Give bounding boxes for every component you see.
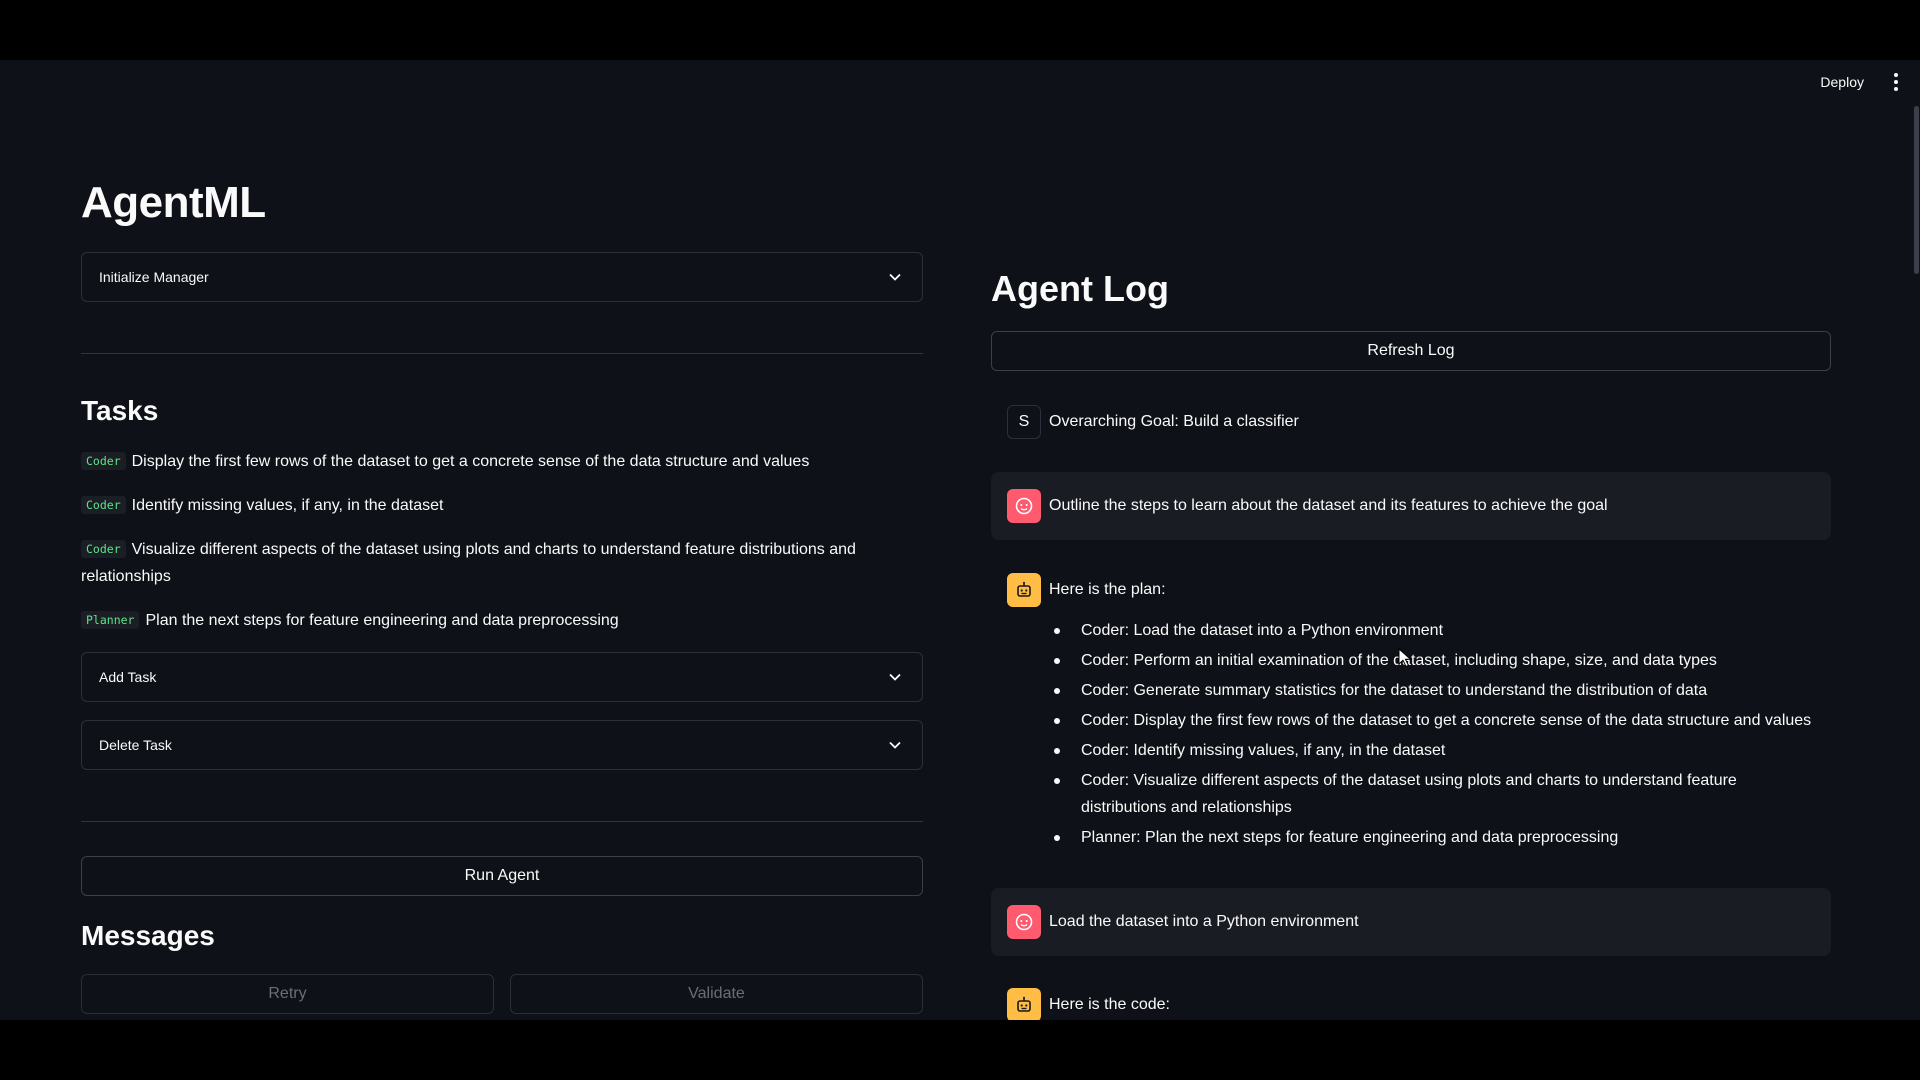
task-item: Coder Visualize different aspects of the … <box>81 536 923 590</box>
scrollbar-thumb[interactable] <box>1914 106 1919 274</box>
letterbox-bottom <box>0 1020 1920 1080</box>
task-item: Coder Identify missing values, if any, in… <box>81 492 923 519</box>
chat-message-bot: Here is the plan: <box>991 573 1831 607</box>
list-item: Coder: Generate summary statistics for t… <box>1050 677 1820 704</box>
initialize-manager-expander[interactable]: Initialize Manager <box>81 252 923 302</box>
human-avatar-icon <box>1007 489 1041 523</box>
list-item: Planner: Plan the next steps for feature… <box>1050 824 1820 851</box>
divider <box>81 353 923 354</box>
message-text: Overarching Goal: Build a classifier <box>1049 413 1299 430</box>
mouse-cursor-icon <box>1398 648 1412 668</box>
tasks-heading: Tasks <box>81 395 159 426</box>
task-tag: Planner <box>81 611 140 629</box>
task-tag: Coder <box>81 452 126 470</box>
expander-label: Delete Task <box>99 737 172 753</box>
run-agent-button[interactable]: Run Agent <box>81 856 923 896</box>
streamlit-app: Deploy AgentML Initialize Manager Tasks … <box>0 60 1920 1020</box>
letterbox-top <box>0 0 1920 60</box>
chevron-down-icon <box>888 270 902 284</box>
delete-task-expander[interactable]: Delete Task <box>81 720 923 770</box>
task-text: Identify missing values, if any, in the … <box>131 497 444 514</box>
page-scrollbar[interactable] <box>1912 104 1920 1020</box>
task-item: Coder Display the first few rows of the d… <box>81 448 923 475</box>
message-text: Load the dataset into a Python environme… <box>1049 913 1359 930</box>
task-tag: Coder <box>81 496 126 514</box>
list-item: Coder: Perform an initial examination of… <box>1050 647 1820 674</box>
messages-heading: Messages <box>81 920 215 951</box>
task-tag: Coder <box>81 540 126 558</box>
divider <box>81 821 923 822</box>
validate-button[interactable]: Validate <box>510 974 923 1014</box>
user-avatar: S <box>1007 405 1041 439</box>
list-item: Coder: Load the dataset into a Python en… <box>1050 617 1820 644</box>
message-text: Outline the steps to learn about the dat… <box>1049 497 1608 514</box>
bot-avatar-icon <box>1007 573 1041 607</box>
chat-message-bot: Here is the code: <box>991 988 1831 1020</box>
right-column: Agent Log Refresh Log S Overarching Goal… <box>991 60 1831 1020</box>
chat-message-human: Outline the steps to learn about the dat… <box>991 472 1831 540</box>
add-task-expander[interactable]: Add Task <box>81 652 923 702</box>
list-item: Coder: Visualize different aspects of th… <box>1050 767 1820 821</box>
chat-message-human: Load the dataset into a Python environme… <box>991 888 1831 956</box>
refresh-log-button[interactable]: Refresh Log <box>991 331 1831 371</box>
message-text: Here is the plan: <box>1049 581 1166 598</box>
task-item: Planner Plan the next steps for feature e… <box>81 607 923 634</box>
kebab-menu-icon[interactable] <box>1886 70 1906 94</box>
list-item: Coder: Display the first few rows of the… <box>1050 707 1820 734</box>
list-item: Coder: Identify missing values, if any, … <box>1050 737 1820 764</box>
expander-label: Add Task <box>99 669 157 685</box>
task-text: Visualize different aspects of the datas… <box>81 541 856 585</box>
agent-log-heading: Agent Log <box>991 268 1169 309</box>
retry-button[interactable]: Retry <box>81 974 494 1014</box>
chat-message-user: S Overarching Goal: Build a classifier <box>991 405 1831 439</box>
expander-label: Initialize Manager <box>99 269 209 285</box>
bot-avatar-icon <box>1007 988 1041 1020</box>
chevron-down-icon <box>888 670 902 684</box>
plan-list: Coder: Load the dataset into a Python en… <box>1050 617 1820 854</box>
chevron-down-icon <box>888 738 902 752</box>
message-text: Here is the code: <box>1049 996 1170 1013</box>
task-text: Display the first few rows of the datase… <box>131 453 810 470</box>
human-avatar-icon <box>1007 905 1041 939</box>
app-title: AgentML <box>81 178 266 227</box>
left-column: AgentML Initialize Manager Tasks Coder Di… <box>81 60 923 1020</box>
task-text: Plan the next steps for feature engineer… <box>145 612 619 629</box>
